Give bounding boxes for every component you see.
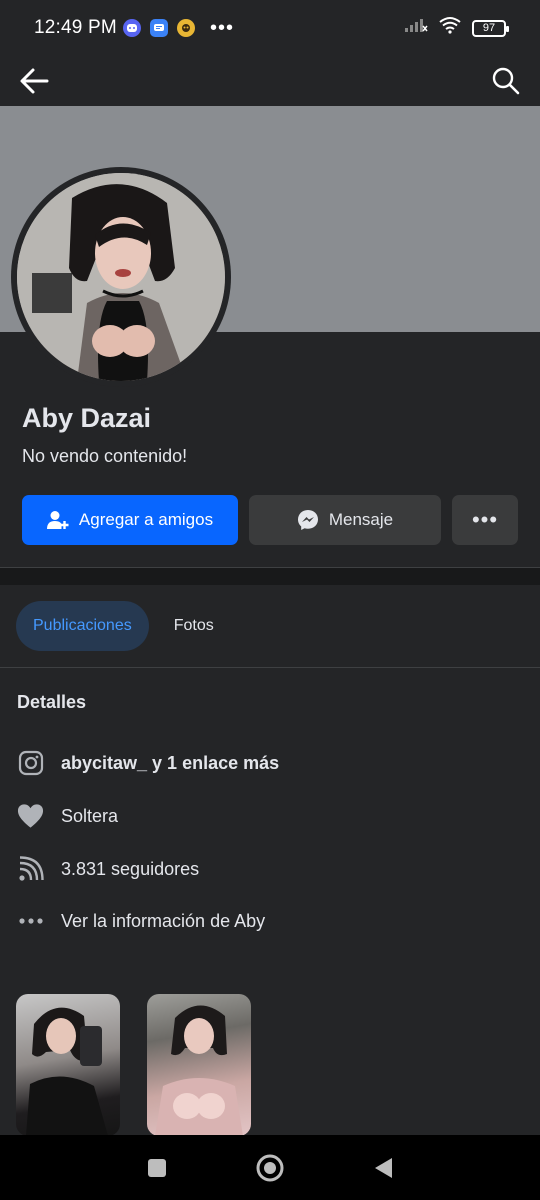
add-friend-button[interactable]: Agregar a amigos (22, 495, 238, 545)
profile-tabs: Publicaciones Fotos (16, 601, 231, 651)
system-nav-bar (0, 1135, 540, 1200)
detail-see-info-text: Ver la información de Aby (61, 910, 266, 931)
messages-icon (149, 19, 168, 37)
section-divider (0, 567, 540, 585)
detail-instagram[interactable]: abycitaw_ y 1 enlace más (17, 748, 517, 778)
profile-name: Aby Dazai (22, 403, 152, 433)
status-more-dots: ••• (209, 17, 234, 39)
tab-publicaciones[interactable]: Publicaciones (16, 601, 149, 651)
status-bar: 12:49 PM ••• 97 (0, 0, 540, 56)
details-heading: Detalles (17, 692, 87, 712)
avatar-image (17, 173, 225, 381)
heart-icon (17, 803, 44, 830)
triangle-back-icon (375, 1157, 393, 1178)
profile-actions: Agregar a amigos Mensaje ••• (22, 495, 518, 545)
status-time: 12:49 PM (34, 17, 117, 38)
photo-thumbnail[interactable] (147, 994, 251, 1136)
game-icon (176, 19, 195, 37)
profile-bio: No vendo contenido! (22, 446, 188, 466)
detail-relationship: Soltera (17, 801, 517, 831)
detail-followers-text: 3.831 seguidores (61, 858, 200, 879)
status-app-icons: ••• (122, 17, 234, 39)
wifi-icon (438, 16, 462, 40)
add-friend-icon (46, 511, 69, 529)
arrow-left-icon (20, 68, 49, 94)
recents-button[interactable] (137, 1148, 177, 1188)
instagram-icon (17, 750, 44, 777)
discord-icon (122, 19, 141, 37)
search-icon (492, 67, 520, 95)
square-icon (147, 1158, 166, 1177)
back-nav-button[interactable] (363, 1148, 403, 1188)
tab-fotos[interactable]: Fotos (157, 601, 231, 651)
battery-icon: 97 (472, 19, 509, 37)
home-button[interactable] (250, 1148, 290, 1188)
profile-avatar[interactable] (11, 167, 231, 387)
detail-followers[interactable]: 3.831 seguidores (17, 854, 517, 884)
home-circle-icon (256, 1154, 284, 1181)
battery-level: 97 (482, 22, 496, 34)
top-bar (0, 56, 540, 106)
detail-see-info[interactable]: Ver la información de Aby (17, 906, 517, 936)
photo-thumbnail[interactable] (16, 994, 120, 1136)
search-button[interactable] (488, 63, 524, 99)
tabs-divider (0, 667, 540, 668)
status-right-icons: 97 (404, 16, 509, 40)
photo-thumbnails (16, 994, 251, 1136)
message-label: Mensaje (328, 510, 394, 529)
more-options-button[interactable]: ••• (452, 495, 518, 545)
signal-icon (404, 17, 428, 39)
more-dots-icon: ••• (471, 507, 499, 532)
avatar-illustration (17, 173, 225, 381)
add-friend-label: Agregar a amigos (78, 510, 214, 529)
detail-instagram-text: abycitaw_ y 1 enlace más (61, 752, 280, 773)
back-button[interactable] (16, 63, 52, 99)
rss-icon (17, 856, 44, 883)
message-button[interactable]: Mensaje (249, 495, 441, 545)
detail-relationship-text: Soltera (61, 805, 119, 826)
more-dots-icon (17, 908, 44, 935)
messenger-icon (297, 510, 318, 530)
